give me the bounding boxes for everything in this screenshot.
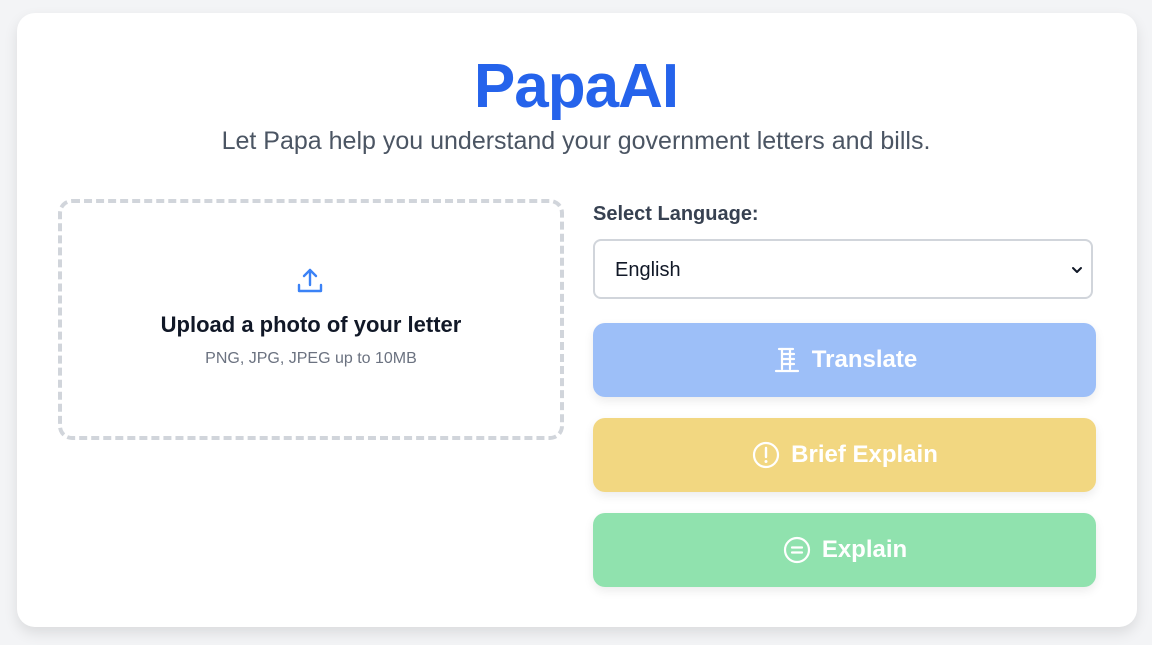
explain-label: Explain bbox=[821, 536, 908, 563]
upload-hint: PNG, JPG, JPEG up to 10MB bbox=[205, 350, 417, 367]
language-select-value: English bbox=[615, 259, 681, 281]
language-select[interactable]: English bbox=[593, 239, 1093, 299]
equals-circle-icon bbox=[783, 536, 810, 564]
translate-label: Translate bbox=[811, 346, 918, 373]
brief-explain-label: Brief Explain bbox=[791, 441, 938, 468]
translate-icon bbox=[774, 347, 799, 373]
upload-title: Upload a photo of your letter bbox=[160, 312, 462, 337]
translate-button[interactable]: Translate bbox=[593, 323, 1096, 397]
alert-circle-icon bbox=[753, 441, 780, 469]
chevron-down-icon bbox=[1072, 267, 1082, 273]
upload-icon bbox=[297, 268, 323, 293]
app-subtitle: Let Papa help you understand your govern… bbox=[221, 127, 931, 155]
brief-explain-button[interactable]: Brief Explain bbox=[593, 418, 1096, 492]
language-label: Select Language: bbox=[593, 203, 759, 225]
explain-button[interactable]: Explain bbox=[593, 513, 1096, 587]
app-title: PapaAI bbox=[473, 52, 679, 121]
